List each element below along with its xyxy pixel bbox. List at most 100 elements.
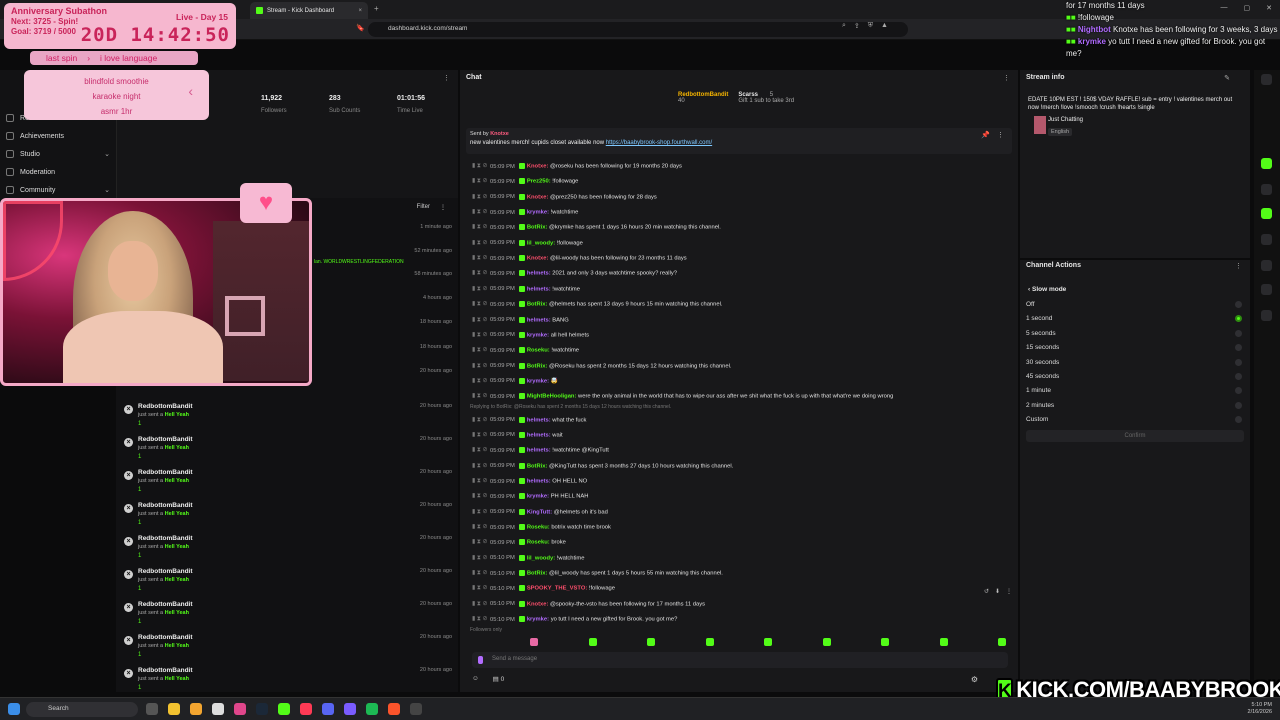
moderation-icons[interactable]: ▮ ⧗ ⊘ — [472, 539, 487, 546]
dismiss-icon[interactable]: × — [124, 471, 133, 480]
slow-mode-option[interactable]: 2 minutes — [1026, 401, 1244, 409]
radio-icon[interactable] — [1235, 344, 1242, 352]
message-username[interactable]: krymke: — [527, 494, 549, 500]
emote-icon[interactable] — [881, 638, 889, 646]
dismiss-icon[interactable]: × — [124, 570, 133, 579]
share-icon[interactable]: ⇪ — [854, 22, 860, 30]
moderation-icons[interactable]: ▮ ⧗ ⊘ — [472, 347, 487, 354]
brave-icon[interactable] — [388, 703, 400, 715]
radio-icon[interactable] — [1235, 301, 1242, 308]
dismiss-icon[interactable]: × — [124, 669, 133, 678]
slow-mode-option[interactable]: 30 seconds — [1026, 358, 1244, 366]
message-username[interactable]: BotRix: — [527, 302, 548, 308]
emote-icon[interactable] — [647, 638, 655, 646]
dismiss-icon[interactable]: × — [124, 504, 133, 513]
file-explorer-icon[interactable] — [168, 703, 180, 715]
rail-stats-icon[interactable] — [1261, 260, 1272, 271]
start-icon[interactable] — [8, 703, 20, 715]
radio-icon[interactable] — [1235, 358, 1242, 366]
close-tab-icon[interactable]: × — [358, 8, 362, 14]
radio-icon[interactable] — [1235, 315, 1242, 323]
system-clock[interactable]: 5:10 PM 2/16/2026 — [1248, 702, 1272, 716]
message-username[interactable]: BotRix: — [527, 225, 548, 231]
dismiss-icon[interactable]: × — [124, 636, 133, 645]
moderation-icons[interactable]: ▮ ⧗ ⊘ — [472, 332, 487, 339]
moderation-icons[interactable]: ▮ ⧗ ⊘ — [472, 240, 487, 247]
moderation-icons[interactable]: ▮ ⧗ ⊘ — [472, 255, 487, 262]
message-username[interactable]: BotRix: — [527, 571, 548, 577]
slow-mode-option[interactable]: 15 seconds — [1026, 344, 1244, 352]
emote-icon[interactable] — [764, 638, 772, 646]
taskbar-search[interactable]: Search — [26, 702, 138, 717]
undo-icon[interactable]: ↺ — [984, 588, 989, 595]
slow-mode-option[interactable]: 1 second — [1026, 315, 1244, 323]
moderation-icons[interactable]: ▮ ⧗ ⊘ — [472, 493, 487, 500]
bookmark-icon[interactable]: 🔖 — [356, 24, 365, 32]
message-username[interactable]: Roseku: — [527, 348, 550, 354]
message-username[interactable]: Roseku: — [527, 525, 550, 531]
moderation-icons[interactable]: ▮ ⧗ ⊘ — [472, 393, 487, 400]
radio-icon[interactable] — [1235, 401, 1242, 409]
moderation-icons[interactable]: ▮ ⧗ ⊘ — [472, 301, 487, 308]
rail-tool-icon[interactable] — [1261, 284, 1272, 295]
moderation-icons[interactable]: ▮ ⧗ ⊘ — [472, 616, 487, 623]
menu-icon[interactable]: ⋮ — [997, 131, 1004, 139]
moderation-icons[interactable]: ▮ ⧗ ⊘ — [472, 378, 487, 385]
rail-code-icon[interactable] — [1261, 234, 1272, 245]
message-username[interactable]: helmets: — [527, 448, 551, 454]
terminal-icon[interactable] — [410, 703, 422, 715]
rail-settings-icon[interactable] — [1261, 310, 1272, 321]
message-username[interactable]: Knotxe: — [527, 256, 549, 262]
app2-icon[interactable] — [344, 703, 356, 715]
dismiss-icon[interactable]: × — [124, 405, 133, 414]
emote-icon[interactable] — [822, 638, 831, 646]
moderation-icons[interactable]: ▮ ⧗ ⊘ — [472, 163, 487, 170]
chat-input[interactable]: Send a message — [472, 652, 1008, 668]
rail-lightning-icon[interactable] — [1261, 158, 1272, 169]
pinned-link[interactable]: https://baabybrook-shop.fourthwall.com/ — [606, 140, 712, 146]
slow-mode-back[interactable]: ‹ Slow mode — [1028, 286, 1066, 293]
moderation-icons[interactable]: ▮ ⧗ ⊘ — [472, 555, 487, 562]
message-username[interactable]: lil_woody: — [527, 240, 555, 246]
dismiss-icon[interactable]: × — [124, 438, 133, 447]
task-view-icon[interactable] — [146, 703, 158, 715]
emote-icon[interactable] — [530, 638, 538, 646]
menu-icon[interactable]: ⋮ — [1006, 588, 1012, 595]
category-name[interactable]: Just Chatting — [1048, 117, 1083, 123]
message-username[interactable]: helmets: — [527, 432, 551, 438]
emote-icon[interactable] — [705, 638, 714, 646]
moderation-icons[interactable]: ▮ ⧗ ⊘ — [472, 524, 487, 531]
moderation-icons[interactable]: ▮ ⧗ ⊘ — [472, 178, 487, 185]
moderation-icons[interactable]: ▮ ⧗ ⊘ — [472, 509, 487, 516]
message-username[interactable]: krymke: — [527, 332, 549, 338]
message-username[interactable]: helmets: — [527, 271, 551, 277]
message-username[interactable]: Knotxe: — [527, 164, 549, 170]
message-username[interactable]: MightBeHooligan: — [527, 394, 577, 400]
moderation-icons[interactable]: ▮ ⧗ ⊘ — [472, 270, 487, 277]
new-tab-icon[interactable]: + — [374, 4, 379, 13]
rail-copy-icon[interactable] — [1261, 184, 1272, 195]
message-username[interactable]: Knotxe: — [527, 601, 549, 607]
message-username[interactable]: Prez250: — [527, 179, 551, 185]
sidebar-item-achievements[interactable]: Achievements — [6, 132, 110, 140]
message-username[interactable]: Roseku: — [527, 540, 550, 546]
emote-icon[interactable] — [588, 638, 597, 646]
moderation-icons[interactable]: ▮ ⧗ ⊘ — [472, 363, 487, 370]
pin-icon[interactable]: ⬇ — [995, 588, 1000, 595]
spotify-icon[interactable] — [366, 703, 378, 715]
message-username[interactable]: BotRix: — [527, 463, 548, 469]
sidebar-item-moderation[interactable]: Moderation — [6, 168, 110, 176]
moderation-icons[interactable]: ▮ ⧗ ⊘ — [472, 585, 487, 592]
message-username[interactable]: Knotxe: — [527, 194, 549, 200]
moderation-icons[interactable]: ▮ ⧗ ⊘ — [472, 432, 487, 439]
slow-mode-option[interactable]: 45 seconds — [1026, 373, 1244, 380]
message-username[interactable]: helmets: — [527, 286, 551, 292]
moderation-icons[interactable]: ▮ ⧗ ⊘ — [472, 209, 487, 216]
moderation-icons[interactable]: ▮ ⧗ ⊘ — [472, 463, 487, 470]
moderation-icons[interactable]: ▮ ⧗ ⊘ — [472, 447, 487, 454]
browser-tab[interactable]: Stream - Kick Dashboard × — [250, 2, 368, 19]
confirm-button[interactable]: Confirm — [1026, 430, 1244, 442]
slow-mode-option[interactable]: Custom — [1026, 416, 1244, 424]
message-username[interactable]: helmets: — [527, 479, 551, 485]
emote-icon[interactable] — [939, 638, 948, 646]
